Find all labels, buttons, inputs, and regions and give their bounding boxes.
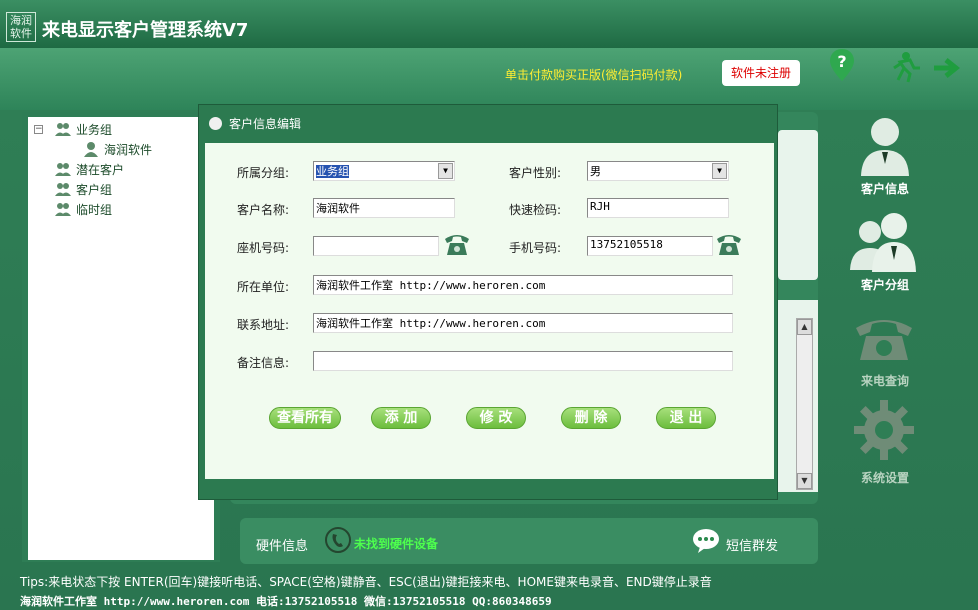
group-select[interactable]: 业务组 ▼ — [313, 161, 455, 181]
tree-item-label: 客户组 — [76, 182, 113, 197]
tree-collapse-toggle[interactable]: − — [34, 125, 43, 134]
quick-code-label: 快速检码: — [509, 203, 562, 217]
gender-select[interactable]: 男 ▼ — [587, 161, 729, 181]
phone-icon — [325, 527, 351, 553]
dialog-title: 客户信息编辑 — [229, 117, 302, 131]
mobile-label: 手机号码: — [509, 241, 562, 255]
note-label: 备注信息: — [237, 356, 290, 370]
footer-info: 海润软件工作室 http://www.heroren.com 电话:137521… — [20, 595, 552, 608]
group-icon — [55, 183, 71, 196]
call-query-icon[interactable] — [852, 310, 916, 364]
chevron-down-icon[interactable]: ▼ — [438, 163, 453, 179]
customer-edit-dialog: 客户信息编辑 所属分组: 业务组 ▼ 客户性别: 男 ▼ 客户名称: 海润软件 … — [198, 104, 778, 500]
hardware-status: 未找到硬件设备 — [354, 537, 439, 551]
tree-item-label: 潜在客户 — [76, 162, 125, 177]
app-title: 来电显示客户管理系统V7 — [42, 20, 249, 41]
nav-settings[interactable]: 系统设置 — [845, 469, 925, 486]
tree-item-label: 业务组 — [76, 122, 113, 137]
group-icon — [55, 163, 71, 176]
nav-customer-group[interactable]: 客户分组 — [845, 276, 925, 293]
mobile-input[interactable]: 13752105518 — [587, 236, 713, 256]
sms-icon[interactable] — [692, 528, 720, 554]
exit-icon[interactable] — [888, 50, 968, 86]
svg-text:?: ? — [837, 52, 846, 71]
title-bar: 海润软件 来电显示客户管理系统V7 — [0, 0, 978, 48]
gender-select-value: 男 — [590, 165, 601, 178]
telephone-icon[interactable] — [443, 231, 471, 257]
tree-item-customer[interactable]: 海润软件 — [82, 140, 152, 158]
company-label: 所在单位: — [237, 280, 290, 294]
dialog-dot-icon — [209, 117, 222, 130]
tree-item-group[interactable]: 客户组 — [54, 180, 112, 198]
modify-button[interactable]: 修 改 — [466, 407, 526, 429]
exit-button[interactable]: 退 出 — [656, 407, 716, 429]
tree-item-group[interactable]: 临时组 — [54, 200, 112, 218]
name-label: 客户名称: — [237, 203, 290, 217]
tree-item-label: 临时组 — [76, 202, 113, 217]
landline-input[interactable] — [313, 236, 439, 256]
main-panel-edge — [778, 130, 818, 280]
sms-button[interactable]: 短信群发 — [726, 535, 778, 554]
tips-text: Tips:来电状态下按 ENTER(回车)键接听电话、SPACE(空格)键静音、… — [20, 575, 712, 589]
landline-label: 座机号码: — [237, 241, 290, 255]
company-input[interactable]: 海润软件工作室 http://www.heroren.com — [313, 275, 733, 295]
view-all-button[interactable]: 查看所有 — [269, 407, 341, 429]
gender-label: 客户性别: — [509, 166, 562, 180]
note-input[interactable] — [313, 351, 733, 371]
register-button[interactable]: 软件未注册 — [722, 60, 800, 86]
address-input[interactable]: 海润软件工作室 http://www.heroren.com — [313, 313, 733, 333]
nav-customer-info[interactable]: 客户信息 — [845, 180, 925, 197]
group-icon — [55, 203, 71, 216]
list-scrollbar[interactable]: ▲ ▼ — [796, 318, 813, 490]
customer-group-icon[interactable] — [848, 212, 920, 274]
group-icon — [55, 123, 71, 136]
help-icon[interactable]: ? — [828, 47, 856, 83]
address-label: 联系地址: — [237, 318, 290, 332]
app-logo: 海润软件 — [6, 12, 36, 42]
chevron-down-icon[interactable]: ▼ — [712, 163, 727, 179]
quick-code-input[interactable]: RJH — [587, 198, 729, 218]
delete-button[interactable]: 删 除 — [561, 407, 621, 429]
add-button[interactable]: 添 加 — [371, 407, 431, 429]
customer-info-icon[interactable] — [858, 114, 912, 178]
scroll-up-icon[interactable]: ▲ — [797, 319, 812, 335]
name-input[interactable]: 海润软件 — [313, 198, 455, 218]
hardware-label: 硬件信息 — [256, 539, 309, 554]
scroll-down-icon[interactable]: ▼ — [797, 473, 812, 489]
tree-item-label: 海润软件 — [104, 142, 153, 157]
tree-item-group[interactable]: 业务组 — [54, 120, 112, 138]
tree-item-group[interactable]: 潜在客户 — [54, 160, 124, 178]
person-icon — [84, 142, 98, 157]
group-tree: − 业务组 海润软件 潜在客户 客户组 临时组 — [28, 117, 214, 560]
telephone-icon[interactable] — [715, 231, 743, 257]
customer-form: 所属分组: 业务组 ▼ 客户性别: 男 ▼ 客户名称: 海润软件 快速检码: R… — [205, 143, 774, 479]
nav-call-query[interactable]: 来电查询 — [845, 372, 925, 389]
group-select-value: 业务组 — [316, 165, 349, 178]
buy-link[interactable]: 单击付款购买正版(微信扫码付款) — [505, 66, 682, 83]
group-label: 所属分组: — [237, 166, 290, 180]
gear-icon[interactable] — [852, 398, 916, 462]
app-window: 海润软件 来电显示客户管理系统V7 单击付款购买正版(微信扫码付款) 软件未注册… — [0, 0, 978, 610]
